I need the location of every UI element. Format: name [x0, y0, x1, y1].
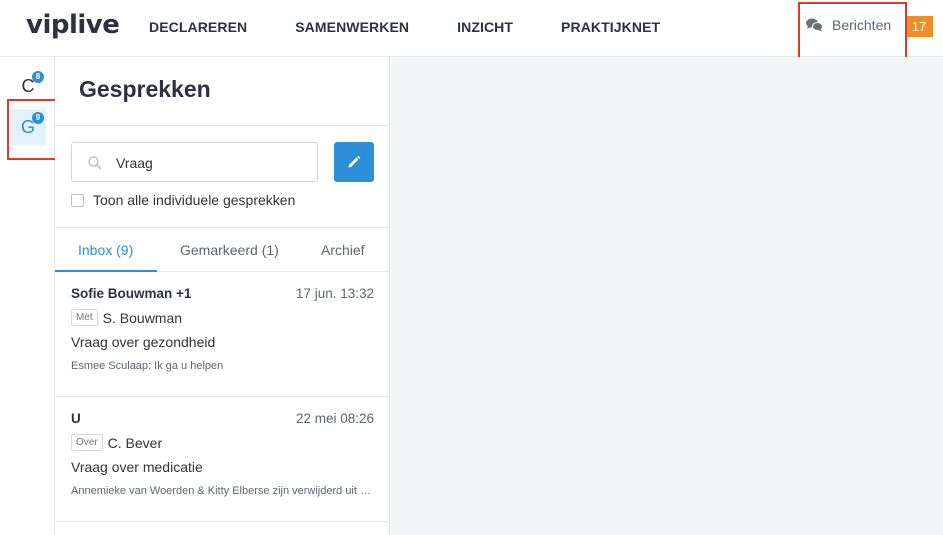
search-box[interactable] [71, 142, 318, 182]
conversation-date: 22 mei 08:26 [295, 411, 374, 426]
tab-gemarkeerd[interactable]: Gemarkeerd (1) [180, 242, 279, 258]
conversation-item[interactable]: U 22 mei 08:26 Over C. Bever Vraag over … [55, 397, 390, 522]
conversation-tabs: Inbox (9) Gemarkeerd (1) Archief [55, 227, 390, 272]
search-icon [88, 156, 102, 170]
conversations-panel: Gesprekken Toon alle individuele gesprek… [55, 57, 390, 535]
nav-samenwerken[interactable]: SAMENWERKEN [295, 19, 409, 35]
conversation-meta: Met S. Bouwman [71, 309, 182, 326]
show-individual-row: Toon alle individuele gesprekken [71, 192, 295, 208]
divider [55, 125, 390, 126]
conversation-detail-area [391, 57, 943, 535]
conversation-date: 17 jun. 13:32 [295, 286, 374, 301]
highlight-box-rail [7, 99, 62, 160]
tab-archief[interactable]: Archief [321, 242, 365, 258]
compose-button[interactable] [334, 142, 374, 182]
messages-count-badge: 17 [905, 16, 933, 37]
conversation-tag: Over [71, 434, 103, 451]
main-nav: DECLAREREN SAMENWERKEN INZICHT PRAKTIJKN… [149, 19, 708, 35]
nav-inzicht[interactable]: INZICHT [457, 19, 513, 35]
conversation-subject: Vraag over gezondheid [71, 334, 216, 350]
search-input[interactable] [116, 152, 306, 174]
pencil-icon [348, 155, 361, 168]
conversation-preview: Annemieke van Woerden & Kitty Elberse zi… [71, 485, 375, 497]
conversation-item[interactable]: Sofie Bouwman +1 17 jun. 13:32 Met S. Bo… [55, 272, 390, 397]
conversation-person: S. Bouwman [102, 309, 183, 326]
conversation-name: U [71, 411, 81, 426]
conversation-meta: Over C. Bever [71, 434, 162, 451]
nav-praktijknet[interactable]: PRAKTIJKNET [561, 19, 660, 35]
rail-badge: 8 [32, 71, 44, 83]
page-title: Gesprekken [79, 76, 211, 102]
conversation-name: Sofie Bouwman +1 [71, 286, 192, 301]
tab-inbox[interactable]: Inbox (9) [78, 242, 133, 258]
conversation-tag: Met [71, 309, 98, 326]
conversation-preview: Esmee Sculaap: Ik ga u helpen [71, 360, 224, 372]
nav-declareren[interactable]: DECLAREREN [149, 19, 247, 35]
conversation-subject: Vraag over medicatie [71, 459, 203, 475]
show-individual-label[interactable]: Toon alle individuele gesprekken [93, 192, 295, 208]
conversation-person: C. Bever [107, 434, 163, 451]
show-individual-checkbox[interactable] [71, 193, 84, 207]
viplive-logo[interactable]: viplive [26, 10, 120, 40]
